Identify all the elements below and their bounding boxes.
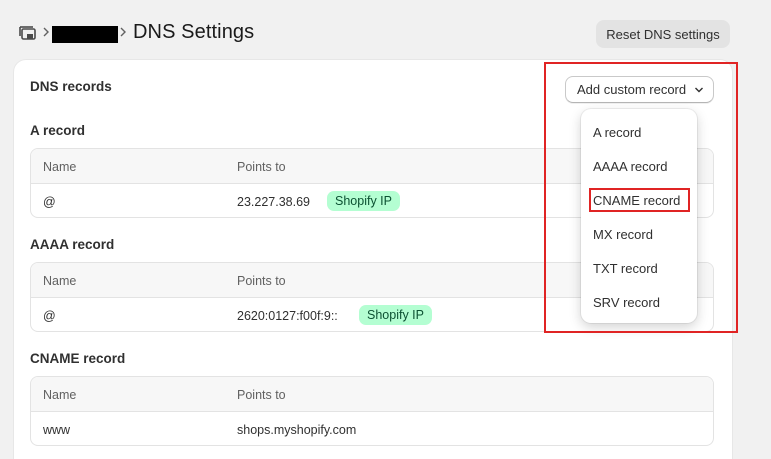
- page-title: DNS Settings: [133, 21, 255, 43]
- store-icon[interactable]: [19, 25, 37, 41]
- breadcrumb-store-redacted[interactable]: [52, 26, 118, 43]
- reset-dns-settings-button[interactable]: Reset DNS settings: [596, 20, 730, 48]
- record-points-to: 23.227.38.69: [237, 195, 310, 209]
- aaaa-record-title: AAAA record: [30, 237, 115, 252]
- column-header-name: Name: [43, 160, 77, 174]
- cname-record-table: Name Points to www shops.myshopify.com: [30, 376, 714, 446]
- record-name: @: [43, 309, 56, 323]
- column-header-points-to: Points to: [237, 160, 286, 174]
- column-header-name: Name: [43, 388, 77, 402]
- chevron-right-icon: [43, 27, 49, 37]
- chevron-right-icon: [120, 27, 126, 37]
- record-name: @: [43, 195, 56, 209]
- shopify-ip-badge: Shopify IP: [359, 305, 432, 325]
- column-header-points-to: Points to: [237, 388, 286, 402]
- cname-record-title: CNAME record: [30, 351, 126, 366]
- column-header-points-to: Points to: [237, 274, 286, 288]
- record-points-to: 2620:0127:f00f:9::: [237, 309, 338, 323]
- shopify-ip-badge: Shopify IP: [327, 191, 400, 211]
- column-header-name: Name: [43, 274, 77, 288]
- dropdown-annotation-box: [544, 62, 738, 333]
- a-record-title: A record: [30, 123, 86, 138]
- record-points-to: shops.myshopify.com: [237, 423, 357, 437]
- table-header: Name Points to: [31, 377, 713, 412]
- page-header: DNS Settings Reset DNS settings: [0, 0, 771, 60]
- record-name: www: [43, 423, 71, 437]
- card-title: DNS records: [30, 79, 112, 94]
